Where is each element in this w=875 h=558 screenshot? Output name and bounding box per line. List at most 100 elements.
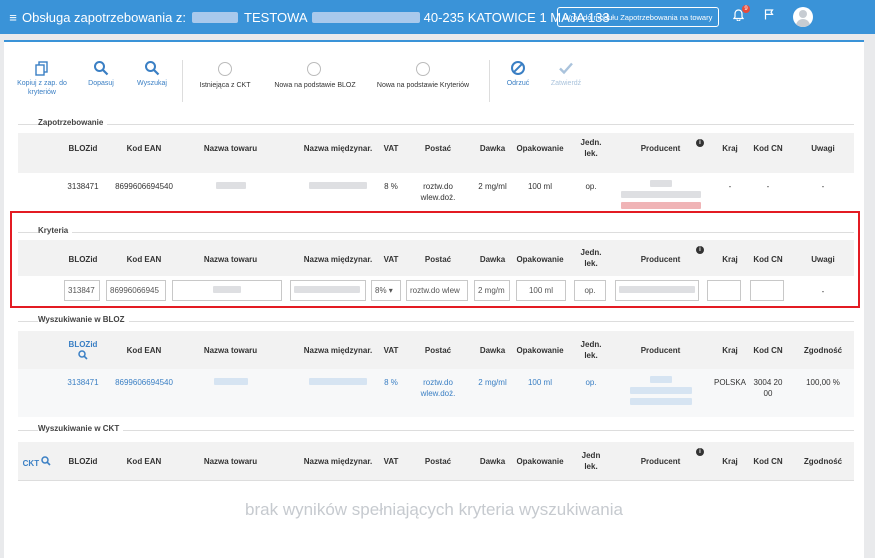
- col-unit: Jedn. lek.: [580, 340, 602, 360]
- redacted-text: [620, 191, 701, 198]
- back-to-module-button[interactable]: Wróć do modułu Zapotrzebowania na towary: [557, 7, 719, 27]
- flag-icon[interactable]: [764, 9, 774, 23]
- cell-blozid: 3138471: [67, 182, 99, 191]
- redacted-name: [192, 11, 239, 23]
- redacted-text: [309, 182, 367, 189]
- col-blozid: BLOZid: [68, 457, 98, 466]
- bloz-result-row[interactable]: 3138471 8699606694540 8 % roztw.do wlew.…: [18, 369, 854, 417]
- cell-ean: 8699606694540: [115, 182, 173, 191]
- ban-icon: [511, 61, 525, 75]
- col-blozid-sortable[interactable]: BLOZid: [58, 339, 108, 363]
- cell-cn: -: [766, 182, 770, 191]
- col-intl-name: Nazwa międzynar.: [303, 144, 373, 153]
- cell-unit: op.: [585, 182, 597, 191]
- cell-dose: 2 mg/ml: [478, 182, 507, 191]
- col-dose: Dawka: [479, 144, 506, 153]
- col-cn: Kod CN: [753, 346, 783, 355]
- redacted-text: [309, 378, 367, 385]
- cell-producer: [618, 179, 703, 212]
- cell-package: 100 ml: [527, 378, 552, 387]
- col-ckt-search[interactable]: CKT: [20, 456, 54, 469]
- cell-name: [188, 377, 273, 388]
- col-name: Nazwa towaru: [203, 144, 258, 153]
- redacted-text: [620, 202, 701, 209]
- notification-badge: 9: [742, 5, 750, 13]
- col-cn: Kod CN: [753, 144, 783, 153]
- user-avatar[interactable]: [793, 7, 813, 27]
- cell-unit: op.: [585, 378, 597, 387]
- col-match: Zgodność: [803, 346, 843, 355]
- section-title-demand: Zapotrzebowanie: [38, 118, 108, 127]
- check-icon: [559, 62, 573, 75]
- col-country: Kraj: [722, 346, 738, 355]
- demand-table-header: BLOZid Kod EAN Nazwa towaru Nazwa między…: [18, 133, 854, 173]
- cell-name: [188, 181, 273, 192]
- redacted-text: [649, 376, 672, 383]
- radio-existing-ckt[interactable]: [218, 62, 232, 76]
- col-name: Nazwa towaru: [203, 346, 258, 355]
- col-producer: Producent: [640, 346, 681, 355]
- col-ean: Kod EAN: [126, 346, 162, 355]
- section-title-ckt: Wyszukiwanie w CKT: [38, 424, 124, 433]
- ckt-table-header: CKT BLOZid Kod EAN Nazwa towaru Nazwa mi…: [18, 442, 854, 480]
- radio-new-bloz[interactable]: [307, 62, 321, 76]
- cell-intl-name: [293, 377, 383, 388]
- radio-existing-ckt-label: Istniejąca z CKT: [199, 82, 251, 89]
- cell-intl-name: [293, 181, 383, 192]
- col-dose: Dawka: [479, 457, 506, 466]
- cell-country: -: [728, 182, 732, 191]
- redacted-text: [649, 180, 672, 187]
- table-bottom-border: [18, 480, 854, 481]
- page-title: Obsługa zapotrzebowania z: TESTOWA 40-23…: [22, 9, 610, 25]
- radio-new-criteria[interactable]: [416, 62, 430, 76]
- redacted-text: [629, 387, 692, 394]
- cell-dose: 2 mg/ml: [478, 378, 507, 387]
- copy-to-criteria-button[interactable]: Kopiuj z zap. do kryteriów: [14, 60, 70, 97]
- demand-table-row: 3138471 8699606694540 8 % roztw.do wlew.…: [18, 173, 854, 215]
- section-divider: [18, 430, 854, 431]
- col-cn: Kod CN: [753, 457, 783, 466]
- info-icon[interactable]: i: [696, 139, 704, 147]
- col-form: Postać: [424, 144, 452, 153]
- col-dose: Dawka: [479, 346, 506, 355]
- redacted-text: [213, 378, 248, 385]
- cell-blozid: 3138471: [67, 378, 99, 387]
- bloz-table-header: BLOZid Kod EAN Nazwa towaru Nazwa między…: [18, 331, 854, 369]
- search-icon: [145, 61, 160, 76]
- cell-cn: 3004 20 00: [753, 378, 783, 398]
- search-icon[interactable]: [78, 350, 88, 360]
- col-vat: VAT: [383, 144, 399, 153]
- section-title-bloz: Wyszukiwanie w BLOZ: [38, 315, 129, 324]
- hamburger-menu-icon[interactable]: ≡: [4, 10, 22, 25]
- col-country: Kraj: [722, 457, 738, 466]
- search-button[interactable]: Wyszukaj: [132, 60, 172, 88]
- col-vat: VAT: [383, 457, 399, 466]
- search-icon: [94, 61, 109, 76]
- cell-package: 100 ml: [527, 182, 552, 191]
- col-package: Opakowanie: [516, 144, 564, 153]
- col-unit: Jedn. lek.: [580, 138, 602, 158]
- cell-match: 100,00 %: [806, 378, 840, 387]
- col-vat: VAT: [383, 346, 399, 355]
- col-intl-name: Nazwa międzynar.: [303, 346, 373, 355]
- approve-button[interactable]: Zatwierdź: [548, 60, 584, 88]
- redacted-text: [215, 182, 246, 189]
- section-divider: [18, 124, 854, 125]
- col-package: Opakowanie: [516, 457, 564, 466]
- col-package: Opakowanie: [516, 346, 564, 355]
- col-match: Zgodność: [803, 457, 843, 466]
- col-form: Postać: [424, 346, 452, 355]
- match-button[interactable]: Dopasuj: [84, 60, 118, 88]
- info-icon[interactable]: i: [696, 448, 704, 456]
- redacted-address: [311, 11, 420, 23]
- reject-button[interactable]: Odrzuć: [501, 60, 535, 88]
- toolbar-divider: [489, 60, 490, 102]
- cell-form: roztw.do wlew.doż.: [420, 182, 456, 202]
- radio-new-criteria-label: Nowa na podstawie Kryteriów: [376, 82, 470, 89]
- criteria-highlight-box: [10, 211, 860, 308]
- cell-notes: -: [821, 182, 825, 191]
- col-producer: Producent: [640, 457, 681, 466]
- section-divider: [18, 321, 854, 322]
- cell-vat: 8 %: [384, 378, 398, 387]
- col-ean: Kod EAN: [126, 144, 162, 153]
